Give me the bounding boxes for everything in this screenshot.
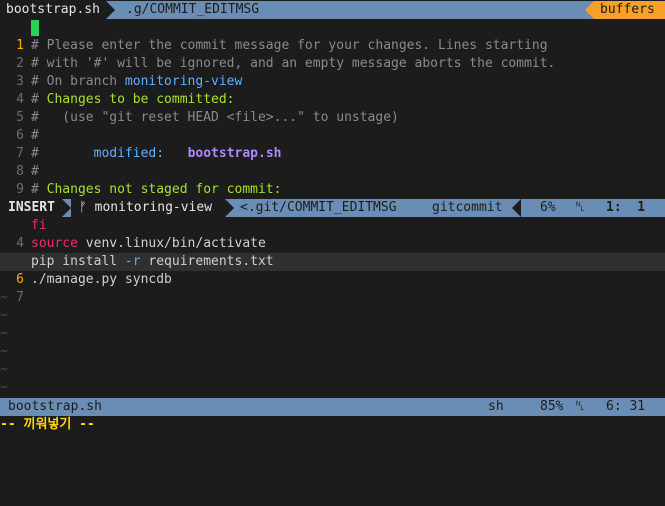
code-text: requirements.txt <box>140 254 274 269</box>
scroll-percent: 6% <box>540 200 556 215</box>
tabline: bootstrap.sh .g/COMMIT_EDITMSG buffers <box>0 1 665 19</box>
editor-line[interactable]: 2 # Please enter the commit message for … <box>0 37 665 71</box>
branch-separator-arrow <box>225 199 234 217</box>
status-line-active: INSERT ᚠ monitoring-view <.git/COMMIT_ED… <box>0 199 665 217</box>
status-filetype: sh <box>488 399 504 414</box>
command-line: -- 끼워넣기 -- <box>0 416 665 434</box>
status-line-inactive: bootstrap.sh sh 85% ␤ 6: 31 <box>0 398 665 416</box>
section-heading: Changes to be committed: <box>46 92 235 107</box>
scroll-percent: 85% <box>540 399 564 414</box>
branch-name: monitoring-view <box>94 200 213 215</box>
empty-line-marker: ~ <box>0 380 8 395</box>
editor-line[interactable]: 5 source venv.linux/bin/activate <box>0 235 665 269</box>
empty-line-marker: ~ <box>0 308 8 323</box>
comment-text: # (use "git reset HEAD <file>..." to uns… <box>31 110 399 125</box>
editor-line[interactable]: 4 fi <box>0 217 665 251</box>
code-text: venv.linux/bin/activate <box>77 236 266 251</box>
comment-text: # <box>31 164 39 179</box>
code-text: pip install <box>31 254 125 269</box>
editor-line[interactable]: 8 # modified: bootstrap.sh <box>0 145 665 179</box>
tab-separator-arrow <box>106 1 115 19</box>
comment-prefix: # <box>31 92 47 107</box>
branch-icon: ᚠ <box>79 200 87 215</box>
empty-line-marker: ~ <box>0 362 8 377</box>
comment-text: # Please enter the commit message for yo… <box>31 38 548 53</box>
line-number-icon: ␤ <box>575 399 586 414</box>
section-heading: Changes not staged for commit: <box>46 182 282 197</box>
comment-prefix: # <box>31 146 94 161</box>
cursor-position: 1: 1 <box>606 200 646 215</box>
shell-keyword: fi <box>31 218 47 233</box>
mode-separator-arrow <box>62 199 71 217</box>
buffers-indicator[interactable]: buffers <box>594 1 665 19</box>
git-branch: ᚠ monitoring-view <box>71 199 225 217</box>
empty-line-marker: ~ <box>0 344 8 359</box>
modified-label: modified: <box>93 146 165 161</box>
editor-line[interactable]: 4 # On branch monitoring-view <box>0 73 665 107</box>
cursor-position: 6: 31 <box>606 399 646 414</box>
editor-line[interactable]: 3 # with '#' will be ignored, and an emp… <box>0 55 665 89</box>
editor-line[interactable]: 7 # <box>0 127 665 161</box>
status-filename: <.git/COMMIT_EDITMSG <box>240 200 397 215</box>
modified-file: bootstrap.sh <box>187 146 282 161</box>
position-separator-arrow <box>512 199 521 217</box>
empty-line-marker: ~ <box>0 326 8 341</box>
code-text: ./manage.py syncdb <box>31 272 172 287</box>
tab-commit-editmsg[interactable]: .g/COMMIT_EDITMSG <box>120 1 416 19</box>
comment-text: # <box>31 128 39 143</box>
mode-message: -- 끼워넣기 -- <box>0 417 95 432</box>
text-cursor <box>31 20 39 36</box>
comment-text: # On branch <box>31 74 125 89</box>
editor-line[interactable]: 1 <box>0 19 665 53</box>
mode-indicator: INSERT <box>0 199 62 217</box>
comment-text: # with '#' will be ignored, and an empty… <box>31 56 556 71</box>
editor-line[interactable]: 6 # (use "git reset HEAD <file>..." to u… <box>0 109 665 143</box>
branch-name: monitoring-view <box>124 74 243 89</box>
status-filename: bootstrap.sh <box>8 399 102 414</box>
editor-line[interactable]: 9 # <box>0 163 665 197</box>
status-filetype: gitcommit <box>432 200 503 215</box>
editor-line[interactable]: 5 # Changes to be committed: <box>0 91 665 125</box>
tab-bootstrap-sh[interactable]: bootstrap.sh <box>0 1 106 19</box>
editor-line-current[interactable]: 6 pip install -r requirements.txt <box>0 253 665 287</box>
shell-keyword: source <box>31 236 78 251</box>
line-number-icon: ␤ <box>575 200 586 215</box>
editor-line[interactable]: 7 ./manage.py syncdb <box>0 271 665 305</box>
empty-line-marker: ~ <box>0 290 8 305</box>
editor-line[interactable]: 10 # Changes not staged for commit: <box>0 181 665 215</box>
command-option: -r <box>124 254 141 269</box>
comment-prefix: # <box>31 182 47 197</box>
buffers-separator-arrow <box>585 1 594 19</box>
